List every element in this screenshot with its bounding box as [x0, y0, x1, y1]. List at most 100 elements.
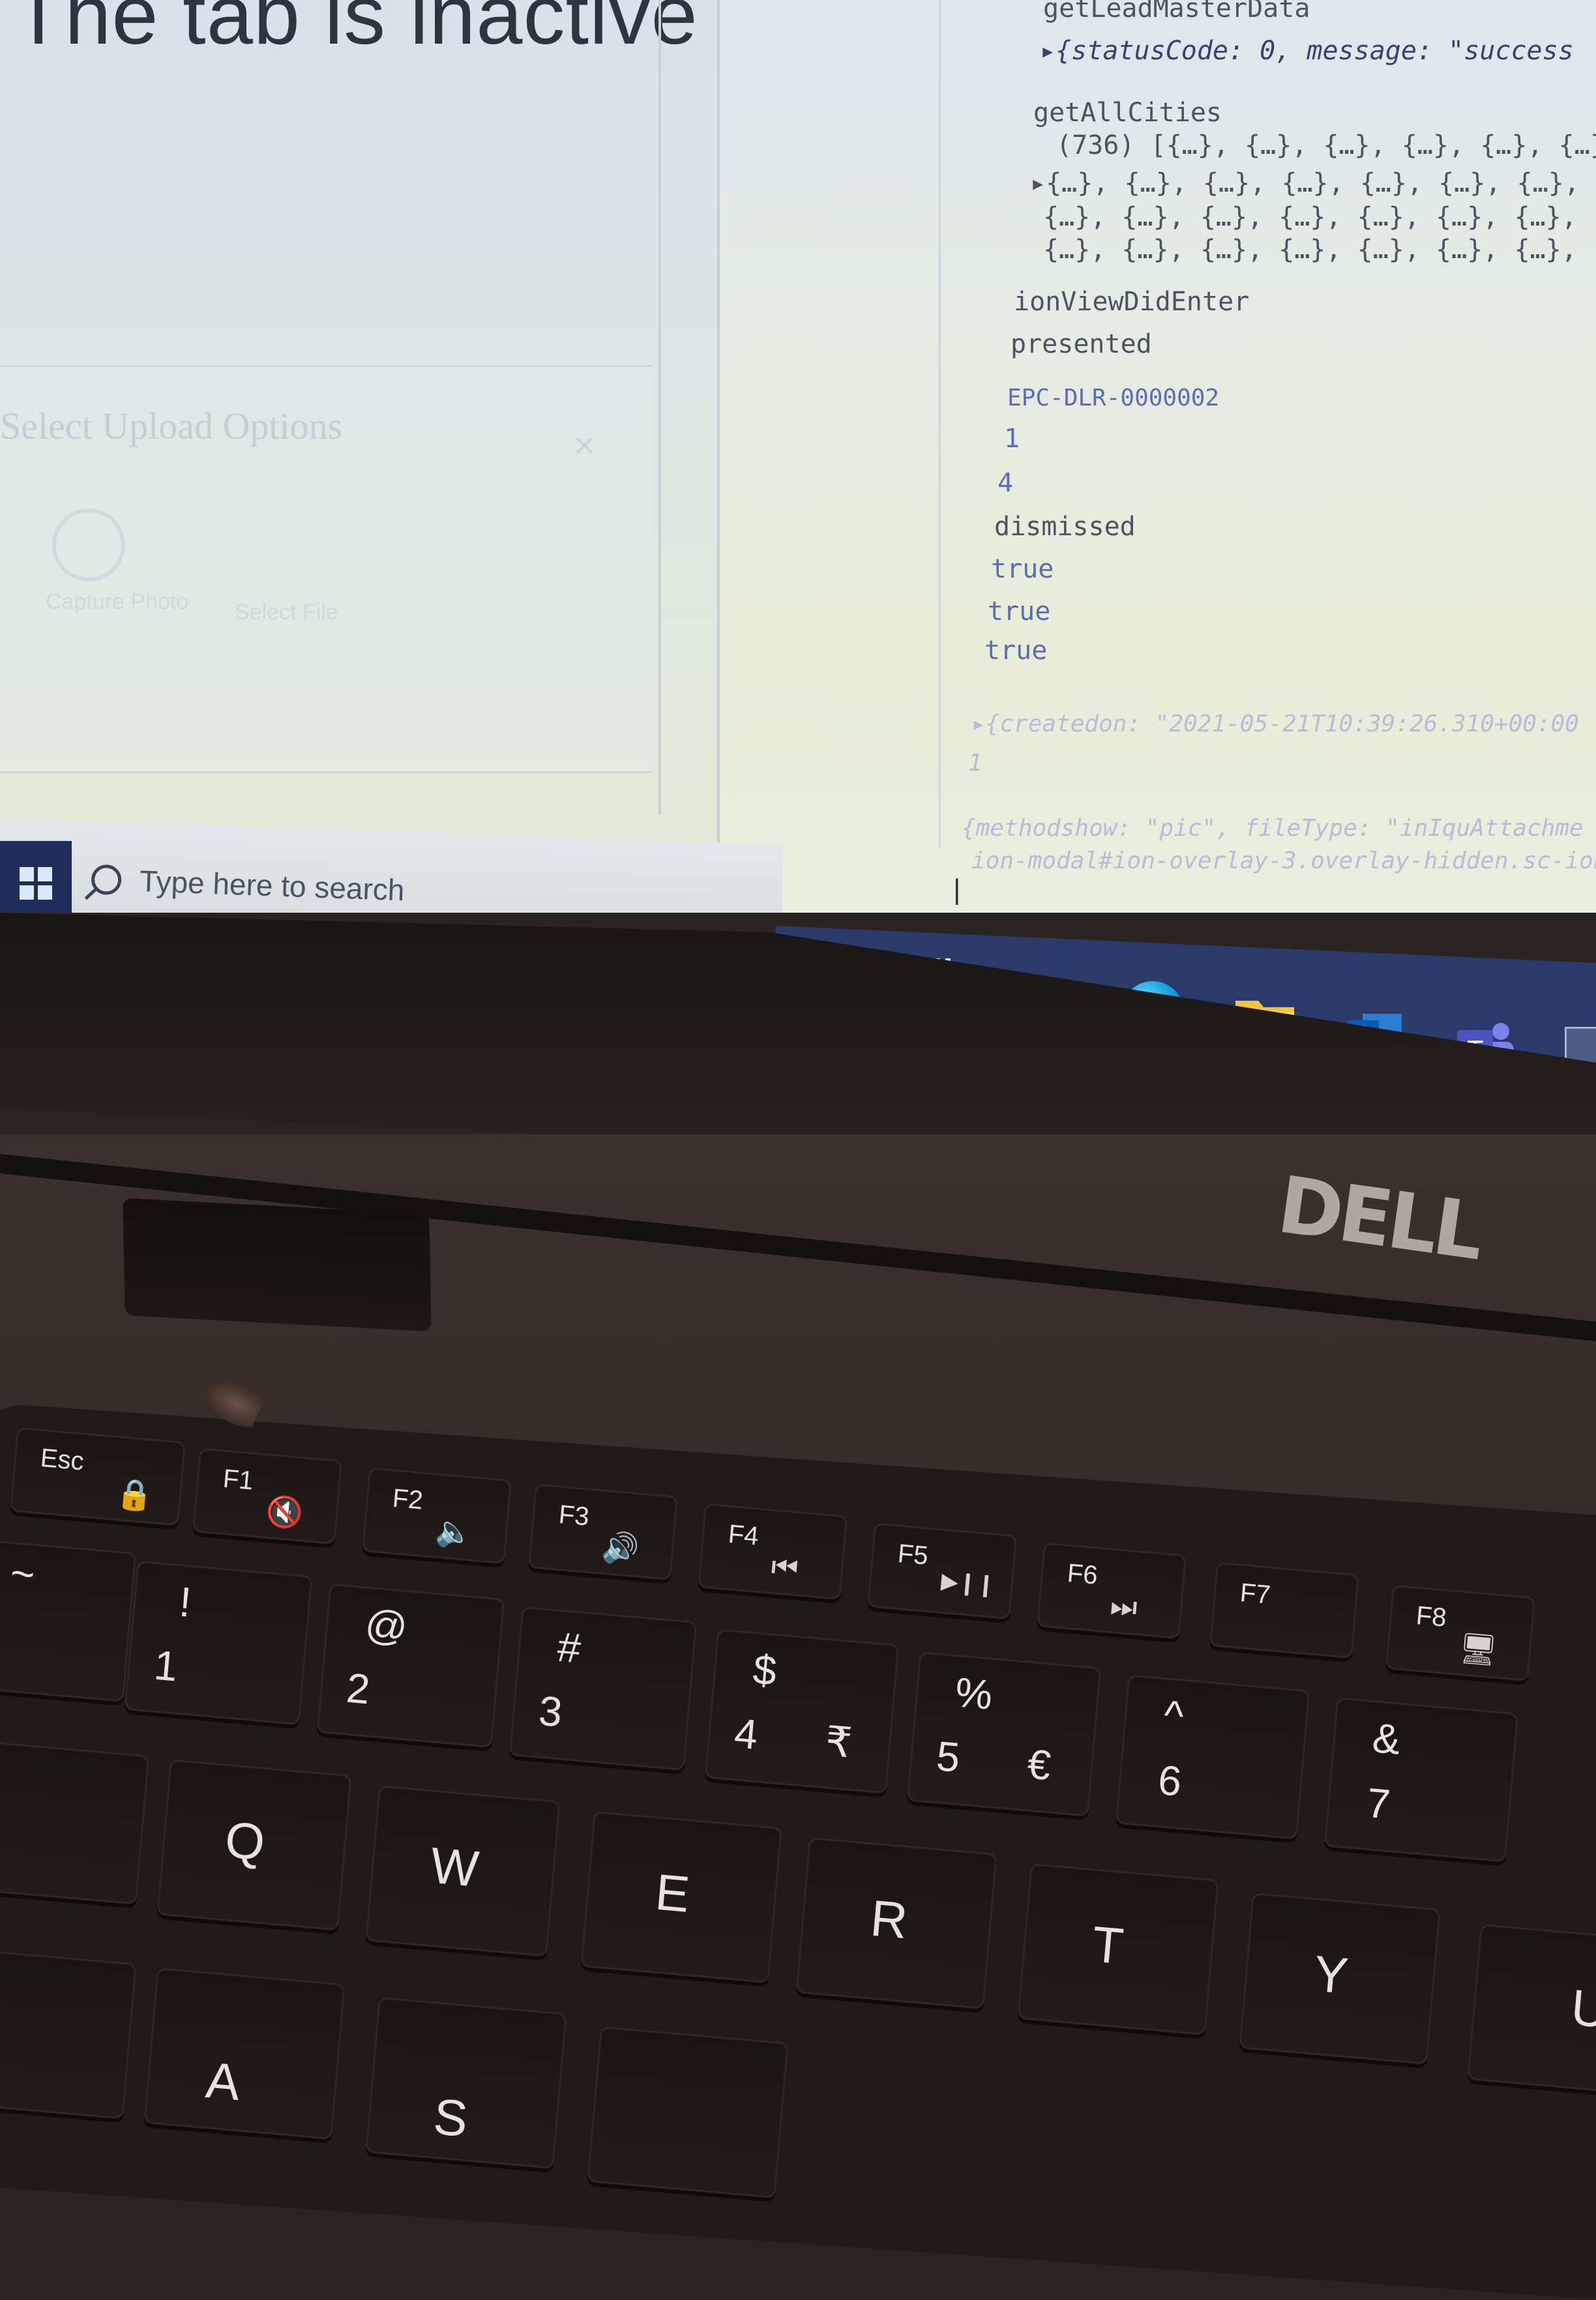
key-label: 6 — [1156, 1756, 1184, 1805]
console-log-line: 1 — [1004, 424, 1020, 454]
console-log-line: ▸{…}, {…}, {…}, {…}, {…}, {…}, {…}, — [1030, 168, 1580, 198]
console-log-line: {…}, {…}, {…}, {…}, {…}, {…}, {…}, — [1043, 202, 1577, 232]
key-label: ~ — [8, 1549, 37, 1599]
key-label: A — [203, 2051, 243, 2112]
key-a[interactable]: A — [143, 1967, 346, 2140]
key-f3[interactable]: F3 🔊 — [527, 1483, 679, 1581]
key-1[interactable]: ! 1 — [124, 1560, 313, 1726]
console-log-line: presented — [1011, 329, 1152, 359]
key-f5[interactable]: F5 ▶❙❙ — [866, 1522, 1018, 1620]
devtools-divider[interactable] — [939, 0, 941, 848]
capture-photo-option[interactable]: Capture Photo — [46, 587, 188, 617]
search-icon — [91, 864, 122, 896]
next-track-icon: ⏭ — [1108, 1588, 1139, 1625]
key-label: 4 — [732, 1709, 760, 1759]
volume-up-icon: 🔊 — [600, 1529, 641, 1567]
key-label: E — [653, 1863, 692, 1923]
console-log-line: {…}, {…}, {…}, {…}, {…}, {…}, {…}, — [1043, 235, 1577, 265]
key-label: ^ — [1162, 1691, 1186, 1740]
key-label: S — [431, 2087, 471, 2148]
key-s[interactable]: S — [365, 1996, 567, 2170]
mute-icon: 🔇 — [264, 1494, 305, 1531]
key-label: % — [953, 1668, 995, 1719]
console-log-line: true — [984, 636, 1048, 666]
modal-title: Select Upload Options — [0, 405, 343, 447]
key-label: ! — [177, 1578, 194, 1626]
key-2[interactable]: @ 2 — [316, 1583, 505, 1748]
key-6[interactable]: ^ 6 — [1115, 1674, 1310, 1840]
euro-symbol: € — [1026, 1740, 1053, 1790]
console-log-line[interactable]: ion-modal#ion-overlay-3.overlay-hidden.s… — [971, 848, 1596, 874]
key-d[interactable] — [587, 2026, 789, 2199]
key-tilde[interactable]: ~ — [0, 1538, 137, 1702]
key-y[interactable]: Y — [1239, 1892, 1441, 2065]
key-label: F5 — [896, 1539, 930, 1570]
key-label: F6 — [1066, 1559, 1099, 1590]
key-f1[interactable]: F1 🔇 — [192, 1447, 343, 1545]
previous-track-icon: ⏮ — [769, 1549, 800, 1585]
key-r[interactable]: R — [795, 1836, 998, 2010]
key-tab[interactable] — [0, 1739, 150, 1905]
key-label: # — [555, 1623, 583, 1672]
key-label: F8 — [1415, 1601, 1448, 1632]
key-label: Q — [222, 1810, 267, 1872]
key-label: F4 — [727, 1520, 760, 1551]
key-label: F7 — [1239, 1578, 1272, 1610]
key-label: U — [1569, 1978, 1596, 2039]
console-log-line: true — [991, 554, 1054, 584]
console-log-line: 1 — [968, 750, 983, 776]
console-log-line: getAllCities — [1033, 98, 1222, 128]
volume-down-icon: 🔈 — [434, 1513, 475, 1550]
key-label: F3 — [557, 1500, 591, 1531]
console-log-line[interactable]: {methodshow: "pic", fileType: "inIquAtta… — [962, 815, 1584, 842]
key-t[interactable]: T — [1017, 1863, 1219, 2036]
key-u[interactable]: U — [1466, 1923, 1596, 2093]
key-label: & — [1370, 1714, 1403, 1763]
console-log-line[interactable]: ▸{statusCode: 0, message: "success — [1040, 36, 1574, 66]
lock-icon: 🔒 — [114, 1475, 155, 1513]
key-label: @ — [363, 1600, 410, 1651]
key-label: 5 — [934, 1732, 962, 1782]
laptop-screen: The tab is inactive Select Upload Option… — [0, 0, 1596, 913]
console-input-caret[interactable]: | — [953, 874, 960, 906]
key-5[interactable]: % 5 € — [906, 1651, 1102, 1817]
start-button[interactable] — [0, 841, 72, 913]
key-label: Esc — [39, 1443, 85, 1476]
key-label: T — [1089, 1915, 1126, 1975]
key-3[interactable]: # 3 — [509, 1606, 698, 1771]
key-label: R — [868, 1889, 910, 1950]
console-log-line: EPC-DLR-0000002 — [1007, 385, 1220, 411]
key-caps[interactable] — [0, 1949, 137, 2119]
key-7[interactable]: & 7 — [1323, 1697, 1519, 1863]
play-pause-icon: ▶❙❙ — [940, 1569, 997, 1599]
key-q[interactable]: Q — [156, 1759, 352, 1931]
console-log-line: ionViewDidEnter — [1014, 287, 1250, 317]
key-w[interactable]: W — [365, 1785, 561, 1957]
key-label: F1 — [222, 1464, 255, 1496]
key-f7[interactable]: F7 — [1209, 1561, 1360, 1659]
camera-icon[interactable] — [52, 509, 125, 582]
console-log-line[interactable]: ▸{createdon: "2021-05-21T10:39:26.310+00… — [971, 711, 1579, 737]
console-log-line[interactable]: (736) [{…}, {…}, {…}, {…}, {…}, {…}, { — [1056, 130, 1596, 160]
console-log-line: true — [988, 597, 1051, 627]
key-f8[interactable]: F8 🖥 — [1385, 1584, 1536, 1682]
key-f6[interactable]: F6 ⏭ — [1036, 1542, 1187, 1640]
key-4[interactable]: $ 4 ₹ — [704, 1629, 900, 1794]
console-log-line: getLeadMasterData — [1043, 0, 1310, 23]
key-label: 7 — [1365, 1779, 1393, 1828]
key-f2[interactable]: F2 🔈 — [361, 1467, 512, 1565]
console-log-line: 4 — [998, 468, 1014, 498]
key-label: W — [428, 1836, 481, 1898]
key-label: 1 — [152, 1641, 180, 1690]
key-label: F2 — [391, 1484, 424, 1515]
key-esc[interactable]: Esc 🔒 — [9, 1426, 186, 1527]
modal-close-icon[interactable]: × — [574, 424, 595, 466]
key-f4[interactable]: F4 ⏮ — [697, 1503, 848, 1600]
key-label: 2 — [344, 1664, 372, 1713]
key-e[interactable]: E — [580, 1810, 782, 1984]
hinge-cover — [123, 1198, 432, 1332]
select-file-option[interactable]: Select File — [235, 600, 338, 625]
key-label: 3 — [537, 1687, 565, 1736]
app-preview-pane: The tab is inactive Select Upload Option… — [0, 0, 720, 848]
devtools-console: getLeadMasterData ▸{statusCode: 0, messa… — [952, 0, 1596, 913]
